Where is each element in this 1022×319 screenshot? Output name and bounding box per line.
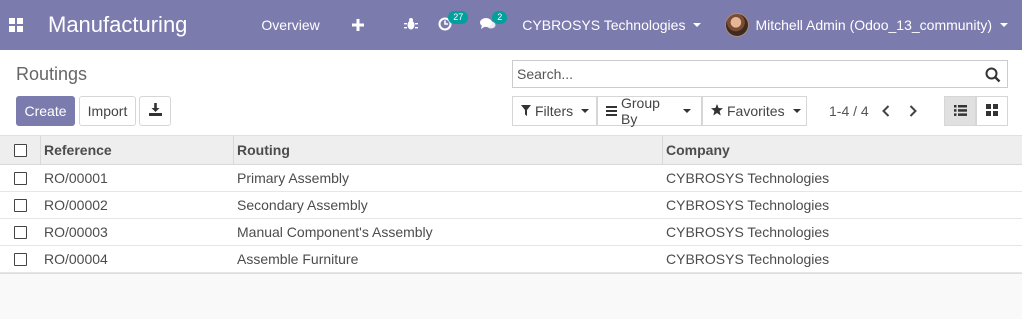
- apps-icon[interactable]: [0, 0, 32, 50]
- top-navbar: Manufacturing Overview 27 2 CYBROSYS Tec…: [0, 0, 1022, 50]
- create-button[interactable]: Create: [16, 96, 75, 126]
- import-button[interactable]: Import: [79, 96, 136, 126]
- list-view-button[interactable]: [944, 96, 976, 126]
- row-checkbox[interactable]: [14, 252, 27, 266]
- row-select-cell: [0, 246, 41, 272]
- row-select-cell: [0, 165, 41, 191]
- table-row[interactable]: RO/00002 Secondary Assembly CYBROSYS Tec…: [0, 192, 1022, 219]
- debug-menu[interactable]: [394, 0, 428, 50]
- navbar-systray: 27 2 CYBROSYS Technologies Mitchell Admi…: [394, 0, 1022, 50]
- avatar: [725, 13, 750, 37]
- main-menu: Overview: [245, 0, 379, 50]
- kanban-view-button[interactable]: [976, 96, 1008, 126]
- user-menu[interactable]: Mitchell Admin (Odoo_13_community): [713, 0, 1022, 50]
- breadcrumb: Routings: [16, 64, 88, 84]
- reference-cell: RO/00002: [44, 197, 108, 213]
- kanban-view-icon: [986, 103, 998, 119]
- list-view-icon: [953, 104, 967, 119]
- filter-icon: [521, 103, 531, 119]
- reference-cell: RO/00001: [44, 170, 108, 186]
- group-by-label: Group By: [621, 95, 660, 127]
- chevron-down-icon: [693, 23, 702, 27]
- company-cell: CYBROSYS Technologies: [666, 197, 830, 213]
- bug-icon: [404, 17, 419, 34]
- favorites-button[interactable]: Favorites: [702, 96, 807, 126]
- plus-icon[interactable]: [336, 0, 380, 50]
- table-row[interactable]: RO/00003 Manual Component's Assembly CYB…: [0, 219, 1022, 246]
- download-button[interactable]: [139, 96, 171, 126]
- download-icon: [148, 103, 162, 119]
- chevron-left-icon[interactable]: [876, 100, 896, 122]
- filters-button[interactable]: Filters: [512, 96, 597, 126]
- search-input[interactable]: [513, 61, 973, 87]
- menu-item-overview[interactable]: Overview: [245, 0, 335, 50]
- column-header-company[interactable]: Company: [663, 136, 1022, 164]
- table-row[interactable]: RO/00004 Assemble Furniture CYBROSYS Tec…: [0, 246, 1022, 273]
- filters-label: Filters: [535, 103, 574, 119]
- control-panel: Routings Create Import Filters Group By …: [0, 50, 1022, 136]
- select-all-cell: [0, 136, 41, 164]
- row-select-cell: [0, 192, 41, 218]
- activity-menu[interactable]: 27: [428, 0, 470, 50]
- chevron-down-icon: [581, 109, 590, 113]
- favorites-label: Favorites: [727, 103, 785, 119]
- chevron-down-icon: [792, 109, 801, 113]
- routing-cell: Primary Assembly: [237, 170, 350, 186]
- chevron-right-icon[interactable]: [903, 100, 923, 122]
- company-cell: CYBROSYS Technologies: [666, 170, 830, 186]
- company-name: CYBROSYS Technologies: [522, 17, 686, 33]
- row-checkbox[interactable]: [14, 198, 27, 212]
- user-name: Mitchell Admin (Odoo_13_community): [755, 17, 992, 33]
- chevron-down-icon: [1000, 23, 1008, 27]
- search-icon[interactable]: [985, 67, 1001, 83]
- row-checkbox[interactable]: [14, 225, 27, 239]
- routing-cell: Assemble Furniture: [237, 251, 359, 267]
- messaging-menu[interactable]: 2: [470, 0, 510, 50]
- table-header: Reference Routing Company: [0, 136, 1022, 165]
- row-select-cell: [0, 219, 41, 245]
- reference-cell: RO/00003: [44, 224, 108, 240]
- reference-cell: RO/00004: [44, 251, 108, 267]
- select-all-checkbox[interactable]: [13, 143, 27, 157]
- routing-cell: Manual Component's Assembly: [237, 224, 433, 240]
- activity-count-badge: 27: [448, 11, 469, 24]
- group-by-icon: [606, 103, 617, 119]
- app-title[interactable]: Manufacturing: [48, 12, 187, 38]
- routing-cell: Secondary Assembly: [237, 197, 368, 213]
- chevron-down-icon: [683, 109, 691, 113]
- table-row[interactable]: RO/00001 Primary Assembly CYBROSYS Techn…: [0, 165, 1022, 192]
- routings-table: Reference Routing Company RO/00001 Prima…: [0, 136, 1022, 319]
- company-switcher[interactable]: CYBROSYS Technologies: [510, 0, 713, 50]
- table-footer: [0, 273, 1022, 319]
- group-by-button[interactable]: Group By: [597, 95, 702, 127]
- search-bar: [512, 60, 1008, 88]
- company-cell: CYBROSYS Technologies: [666, 224, 830, 240]
- message-count-badge: 2: [492, 11, 508, 24]
- company-cell: CYBROSYS Technologies: [666, 251, 830, 267]
- pager-value[interactable]: 1-4 / 4: [829, 103, 869, 119]
- column-header-routing[interactable]: Routing: [234, 136, 663, 164]
- row-checkbox[interactable]: [14, 171, 27, 185]
- star-icon: [711, 103, 723, 119]
- column-header-reference[interactable]: Reference: [41, 136, 234, 164]
